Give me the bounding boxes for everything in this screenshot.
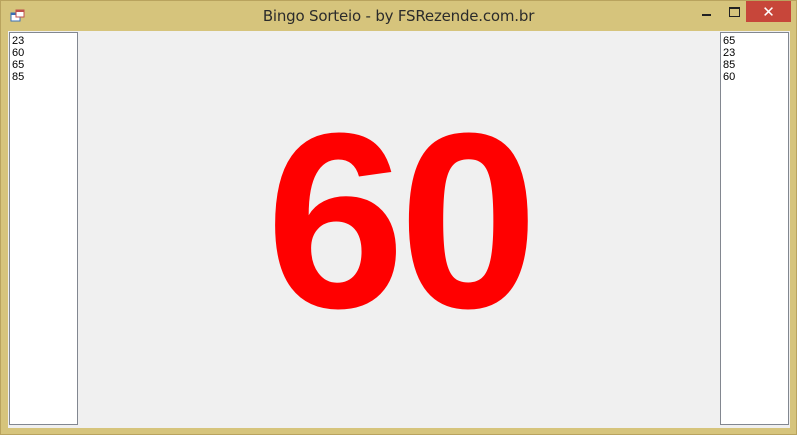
close-button[interactable]: ✕ — [746, 1, 791, 22]
list-item[interactable]: 85 — [12, 71, 77, 83]
list-item[interactable]: 23 — [723, 47, 788, 59]
current-number-display: 60 — [265, 81, 538, 360]
list-item[interactable]: 85 — [723, 59, 788, 71]
maximize-icon — [728, 6, 740, 17]
list-item[interactable]: 60 — [12, 47, 77, 59]
drawn-numbers-list-right[interactable]: 65 23 85 60 — [720, 32, 789, 425]
client-area: 23 60 65 85 60 65 23 85 60 — [8, 31, 790, 428]
list-item[interactable]: 65 — [12, 59, 77, 71]
minimize-icon — [701, 13, 711, 16]
list-item[interactable]: 65 — [723, 35, 788, 47]
minimize-button[interactable] — [692, 1, 720, 22]
list-item[interactable]: 23 — [12, 35, 77, 47]
close-icon: ✕ — [762, 2, 775, 21]
list-item[interactable]: 60 — [723, 71, 788, 83]
drawn-numbers-list-left[interactable]: 23 60 65 85 — [9, 32, 78, 425]
maximize-button[interactable] — [720, 1, 748, 22]
title-bar[interactable]: Bingo Sorteio - by FSRezende.com.br ✕ — [1, 1, 796, 31]
bingo-window: Bingo Sorteio - by FSRezende.com.br ✕ 23… — [0, 0, 797, 435]
window-title: Bingo Sorteio - by FSRezende.com.br — [262, 7, 535, 25]
